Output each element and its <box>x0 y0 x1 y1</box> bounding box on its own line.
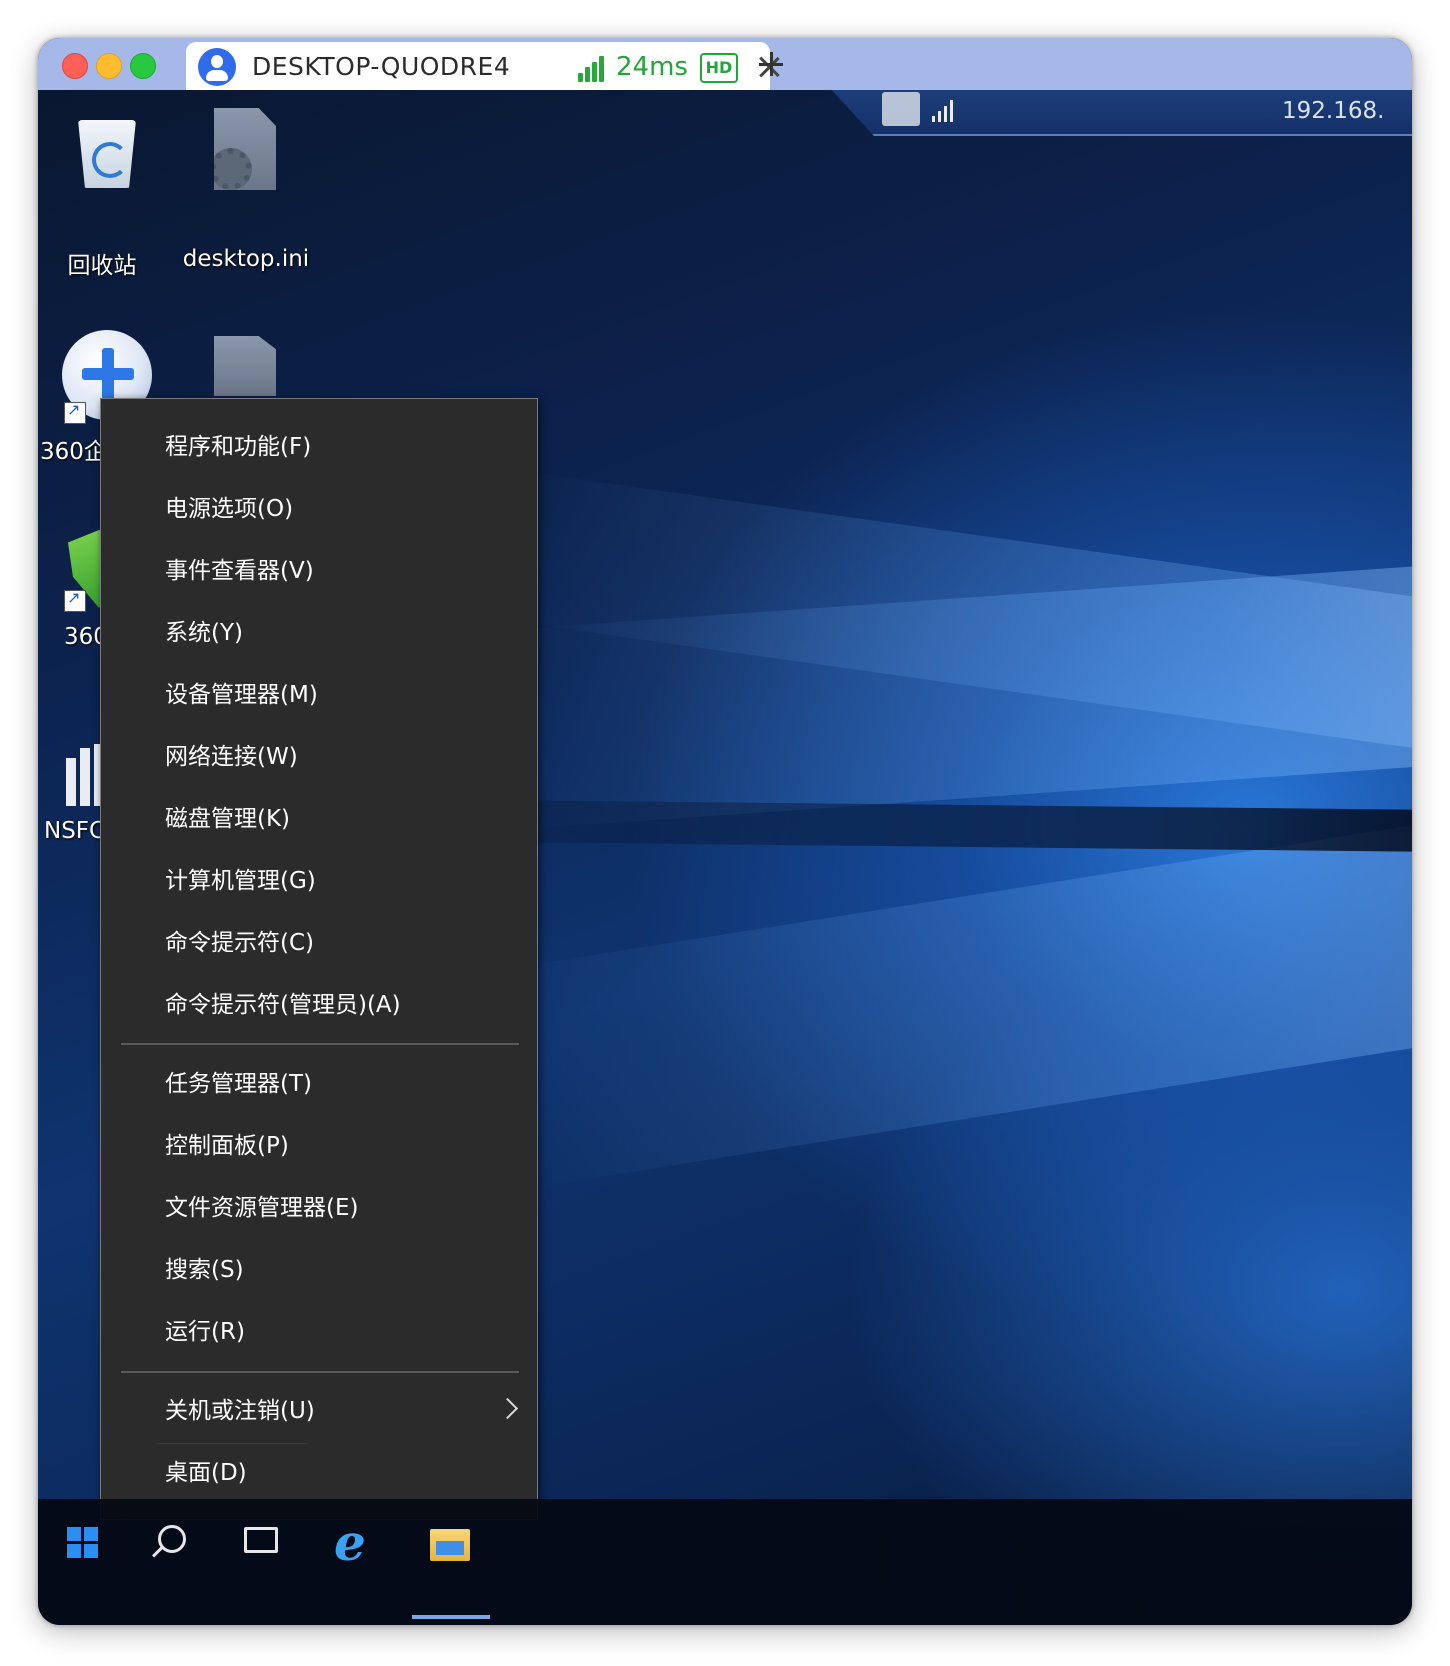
desktop-icon-recycle-bin[interactable]: 回收站 <box>68 106 140 279</box>
menu-item-search[interactable]: 搜索(S) <box>101 1241 537 1299</box>
desktop-icon-label: 回收站 <box>67 253 137 279</box>
tab-title: DESKTOP-QUODRE4 <box>252 52 511 81</box>
menu-item-network-connections[interactable]: 网络连接(W) <box>101 728 537 786</box>
menu-item-label: 关机或注销(U) <box>165 1398 315 1424</box>
desktop-icon-label: NSFC <box>44 818 106 844</box>
power-user-context-menu: 程序和功能(F) 电源选项(O) 事件查看器(V) 系统(Y) 设备管理器(M)… <box>100 398 538 1520</box>
hd-badge: HD <box>700 53 738 83</box>
zoom-window-button[interactable] <box>130 53 156 79</box>
windows-logo-icon <box>67 1527 99 1559</box>
latency-label: 24ms <box>616 52 688 82</box>
connection-signal-icon <box>932 100 954 122</box>
shortcut-arrow-icon <box>64 588 86 612</box>
user-avatar-icon <box>198 48 236 86</box>
menu-item-computer-management[interactable]: 计算机管理(G) <box>101 852 537 910</box>
recycle-bin-icon <box>74 112 140 188</box>
menu-item-power-options[interactable]: 电源选项(O) <box>101 480 537 538</box>
close-window-button[interactable] <box>62 53 88 79</box>
menu-item-control-panel[interactable]: 控制面板(P) <box>101 1117 537 1175</box>
remote-ip-address: 192.168. <box>1282 98 1385 124</box>
start-button[interactable] <box>38 1499 128 1625</box>
desktop-icon-label: 360企 <box>40 439 107 465</box>
new-tab-button[interactable] <box>759 52 783 76</box>
menu-separator <box>121 1043 519 1045</box>
menu-item-command-prompt-admin[interactable]: 命令提示符(管理员)(A) <box>101 976 537 1034</box>
menu-separator <box>121 1371 519 1373</box>
taskbar: e <box>38 1499 1412 1625</box>
shortcut-arrow-icon <box>64 400 86 424</box>
remote-desktop[interactable]: 192.168. 回收站 desktop.ini 360企 360 <box>38 90 1412 1625</box>
desktop-icon-desktop-ini[interactable]: desktop.ini <box>183 108 309 272</box>
menu-item-file-explorer[interactable]: 文件资源管理器(E) <box>101 1179 537 1237</box>
file-explorer-icon[interactable] <box>430 1529 470 1561</box>
menu-item-shutdown-signout[interactable]: 关机或注销(U) <box>101 1382 537 1440</box>
desktop-icon-label: desktop.ini <box>182 246 310 272</box>
menu-item-programs-features[interactable]: 程序和功能(F) <box>101 418 537 476</box>
tab-remote-session[interactable]: DESKTOP-QUODRE4 24ms HD <box>186 42 770 90</box>
tab-bar: DESKTOP-QUODRE4 24ms HD <box>38 38 1412 90</box>
settings-file-icon <box>214 336 276 396</box>
active-app-indicator <box>412 1615 490 1619</box>
menu-item-desktop[interactable]: 桌面(D) <box>101 1444 537 1502</box>
chevron-right-icon <box>496 1397 519 1420</box>
menu-item-run[interactable]: 运行(R) <box>101 1303 537 1361</box>
menu-item-command-prompt[interactable]: 命令提示符(C) <box>101 914 537 972</box>
menu-item-task-manager[interactable]: 任务管理器(T) <box>101 1055 537 1113</box>
remote-desktop-window: DESKTOP-QUODRE4 24ms HD 192.168. 回收站 des… <box>38 38 1412 1625</box>
task-view-icon[interactable] <box>244 1527 278 1553</box>
menu-item-system[interactable]: 系统(Y) <box>101 604 537 662</box>
menu-item-device-manager[interactable]: 设备管理器(M) <box>101 666 537 724</box>
signal-strength-icon <box>578 56 606 82</box>
minimize-window-button[interactable] <box>96 53 122 79</box>
search-icon[interactable] <box>158 1525 186 1553</box>
remote-computer-icon <box>882 92 920 126</box>
menu-item-event-viewer[interactable]: 事件查看器(V) <box>101 542 537 600</box>
internet-explorer-icon[interactable]: e <box>334 1513 366 1572</box>
menu-item-disk-management[interactable]: 磁盘管理(K) <box>101 790 537 848</box>
settings-file-icon <box>214 108 276 190</box>
